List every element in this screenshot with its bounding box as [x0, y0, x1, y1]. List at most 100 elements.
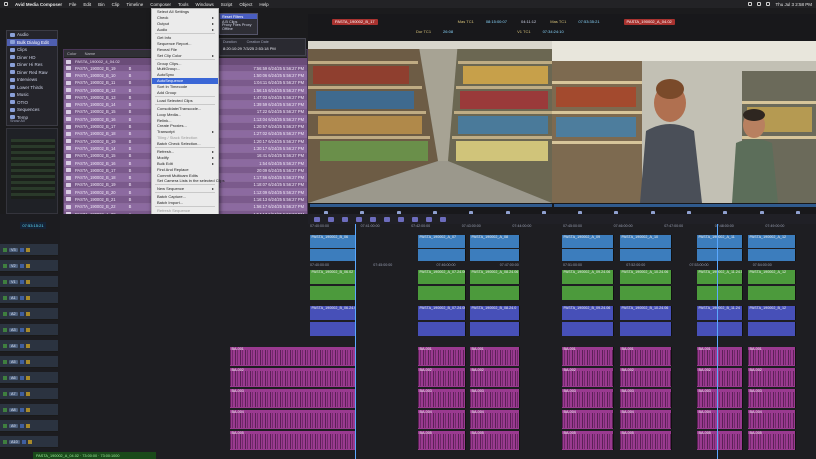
- timeline-clip[interactable]: [418, 249, 466, 261]
- audio-clip[interactable]: BA-002: [620, 368, 672, 387]
- show-all-label[interactable]: Show All: [10, 119, 25, 123]
- timeline-clip[interactable]: PASTA_190002_A_12: [748, 235, 796, 248]
- segment-extract-icon[interactable]: [328, 216, 334, 222]
- menu-windows[interactable]: Windows: [196, 2, 214, 7]
- record-clip-name[interactable]: PASTA_190002_A_04.02: [623, 18, 675, 25]
- track-header[interactable]: A4: [0, 340, 58, 352]
- record-monitor[interactable]: [552, 41, 816, 203]
- track-record-toggle-icon[interactable]: [3, 375, 7, 380]
- timeline-clip[interactable]: PASTA_190002_A_11: [697, 235, 743, 248]
- timeline-clip[interactable]: [562, 286, 614, 300]
- popup-item-proxy[interactable]: Proxy Files Proxy Offline: [220, 23, 257, 31]
- battery-icon[interactable]: [757, 2, 762, 6]
- timeline-timecode[interactable]: 07:53:15:21: [20, 222, 46, 229]
- timeline-clip[interactable]: [748, 286, 796, 300]
- timeline-clip[interactable]: [470, 249, 520, 261]
- audio-clip[interactable]: BA-001: [470, 347, 520, 366]
- track-record-toggle-icon[interactable]: [3, 247, 7, 252]
- bin-item[interactable]: Lower Thirds: [7, 84, 57, 92]
- track-header[interactable]: A1: [0, 292, 58, 304]
- track-header[interactable]: A3: [0, 324, 58, 336]
- audio-clip[interactable]: BA-004: [697, 410, 743, 429]
- timeline-clip[interactable]: [470, 286, 520, 300]
- timeline-clip[interactable]: [620, 322, 672, 336]
- timeline-clip[interactable]: [697, 322, 743, 336]
- menu-edit[interactable]: Edit: [83, 2, 91, 7]
- timeline-ruler-secondary[interactable]: 07:40:00:00 07:45:00:00 07:46:00:00 07:47:0…: [310, 263, 816, 269]
- tc4-label[interactable]: V1 TC1: [517, 29, 531, 34]
- menu-clip[interactable]: Clip: [112, 2, 120, 7]
- track-header[interactable]: V2: [0, 260, 58, 272]
- timeline-clip[interactable]: PASTA_190002_A_07: [418, 235, 466, 248]
- track-record-toggle-icon[interactable]: [3, 359, 7, 364]
- audio-clip[interactable]: BA-004: [748, 410, 796, 429]
- track-record-toggle-icon[interactable]: [3, 407, 7, 412]
- playhead-line[interactable]: [717, 224, 718, 459]
- timeline-clip[interactable]: PASTA_190002_A_10: [620, 235, 672, 248]
- timeline-clip[interactable]: [418, 322, 466, 336]
- track-record-toggle-icon[interactable]: [3, 391, 7, 396]
- audio-clip[interactable]: BA-001: [620, 347, 672, 366]
- duration-header[interactable]: Duration: [223, 40, 237, 44]
- bin-item[interactable]: Clips: [7, 46, 57, 54]
- audio-clip[interactable]: BA-003: [470, 389, 520, 408]
- track-record-toggle-icon[interactable]: [3, 279, 7, 284]
- bin-item[interactable]: Interviews: [7, 76, 57, 84]
- timeline-clip[interactable]: [310, 249, 356, 261]
- audio-clip[interactable]: BA-001: [562, 347, 614, 366]
- menu-item[interactable]: Audio ▸: [152, 27, 218, 33]
- track-solo-icon[interactable]: [19, 295, 24, 300]
- menu-object[interactable]: Object: [239, 2, 252, 7]
- track-mute-icon[interactable]: [25, 423, 30, 428]
- audio-clip[interactable]: BA-003: [748, 389, 796, 408]
- audio-clip[interactable]: BA-003: [562, 389, 614, 408]
- audio-clip[interactable]: BA-004: [562, 410, 614, 429]
- timeline-clip[interactable]: PASTA_190002_B_10.24.06: [620, 306, 672, 320]
- link-icon[interactable]: [356, 216, 362, 222]
- track-solo-icon[interactable]: [19, 263, 24, 268]
- record-position-bar[interactable]: [554, 204, 816, 207]
- menu-script[interactable]: Script: [221, 2, 233, 7]
- audio-clip[interactable]: BA-002: [470, 368, 520, 387]
- timeline-clip[interactable]: [562, 249, 614, 261]
- audio-clip[interactable]: BA-002: [697, 368, 743, 387]
- snap-icon[interactable]: [384, 216, 390, 222]
- audio-clip[interactable]: BA-005: [418, 431, 466, 450]
- zoom-in-icon[interactable]: [398, 216, 404, 222]
- track-header[interactable]: A6: [0, 372, 58, 384]
- track-mute-icon[interactable]: [25, 311, 30, 316]
- source-position-bar[interactable]: [310, 204, 552, 207]
- source-clip-name[interactable]: PASTA_190002_B_17: [332, 18, 378, 25]
- lock-icon[interactable]: [426, 216, 432, 222]
- menu-item[interactable]: Set Camera Lists in the selected Clips: [152, 178, 225, 184]
- bin-item[interactable]: Bulk Dialog Edit: [7, 38, 57, 46]
- track-mute-icon[interactable]: [25, 279, 30, 284]
- timeline-clip[interactable]: [620, 286, 672, 300]
- track-solo-icon[interactable]: [19, 279, 24, 284]
- trim-icon[interactable]: [342, 216, 348, 222]
- timeline-clip[interactable]: PASTA_190002_B_07.24.06: [418, 306, 466, 320]
- timeline-clip[interactable]: PASTA_190002_B_09.24.06: [562, 306, 614, 320]
- sync-icon[interactable]: [440, 216, 446, 222]
- audio-clip[interactable]: BA-002: [230, 368, 356, 387]
- audio-clip[interactable]: BA-003: [620, 389, 672, 408]
- menu-bin[interactable]: Bin: [98, 2, 105, 7]
- bin-item[interactable]: Audio: [7, 31, 57, 39]
- timeline-clip[interactable]: [310, 322, 356, 336]
- audio-clip[interactable]: BA-005: [697, 431, 743, 450]
- source-monitor[interactable]: [308, 41, 552, 203]
- audio-clip[interactable]: BA-002: [748, 368, 796, 387]
- audio-clip[interactable]: BA-005: [230, 431, 356, 450]
- apple-icon[interactable]: [4, 2, 8, 6]
- bin-item[interactable]: Diner Hi Res: [7, 61, 57, 69]
- name-column-header[interactable]: Name: [85, 51, 96, 56]
- track-solo-icon[interactable]: [21, 439, 26, 444]
- track-header[interactable]: A9: [0, 420, 58, 432]
- audio-clip[interactable]: BA-005: [748, 431, 796, 450]
- audio-clip[interactable]: BA-001: [748, 347, 796, 366]
- track-record-toggle-icon[interactable]: [3, 423, 7, 428]
- menu-help[interactable]: Help: [259, 2, 268, 7]
- track-mute-icon[interactable]: [25, 247, 30, 252]
- menu-item[interactable]: New Sequence ▸: [152, 186, 218, 192]
- timeline-clip[interactable]: PASTA_190002_A_10.24.06: [620, 270, 672, 284]
